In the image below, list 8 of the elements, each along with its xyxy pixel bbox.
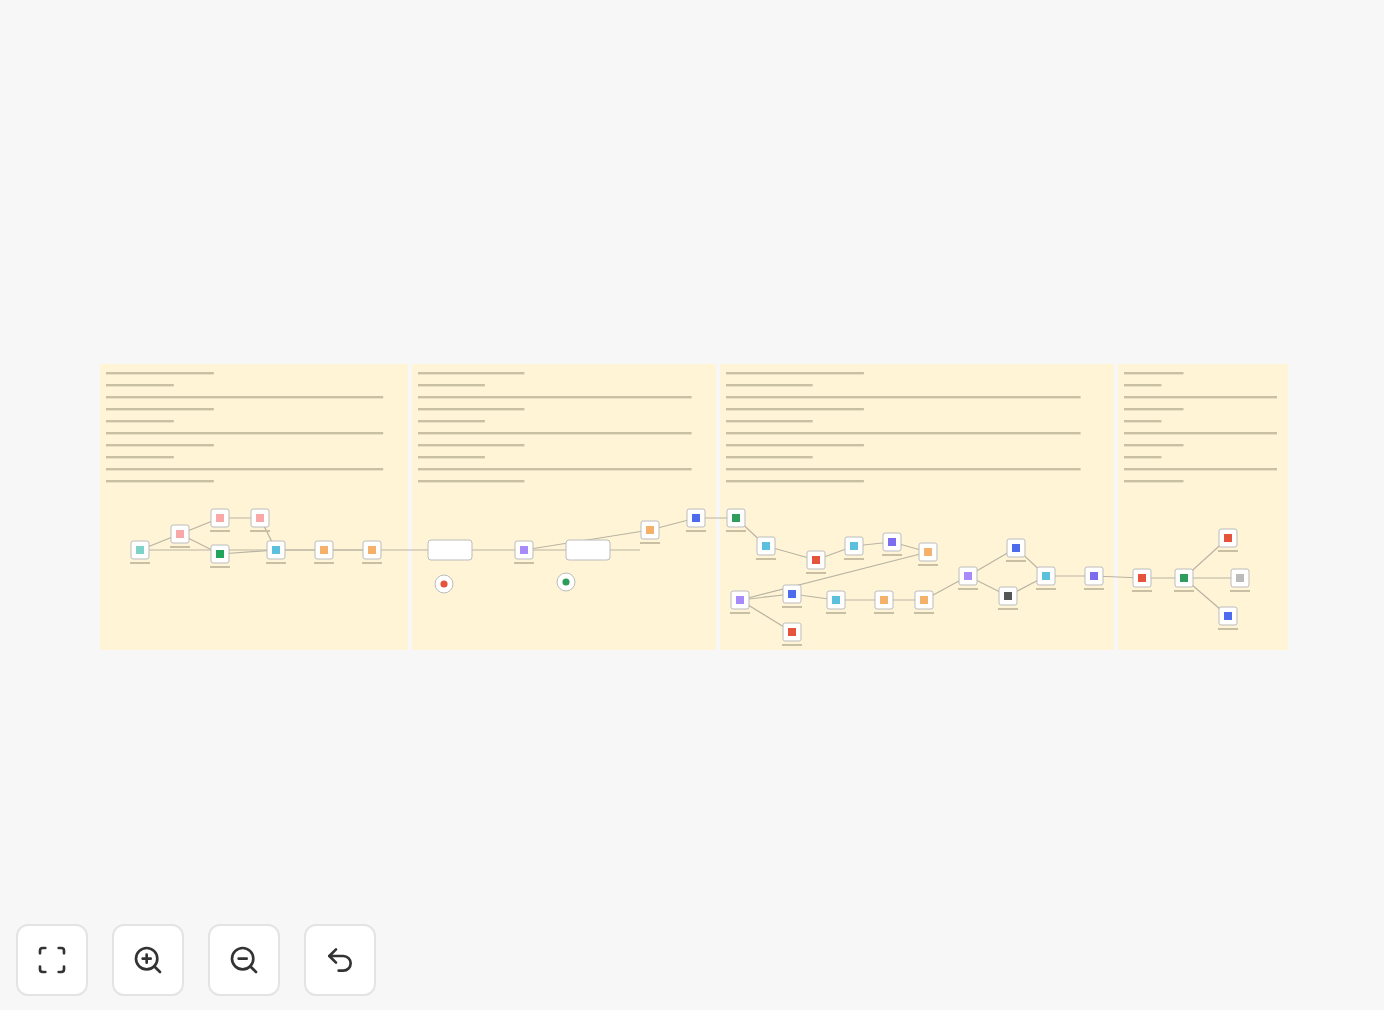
fit-view-icon bbox=[36, 944, 68, 976]
zoom-out-button[interactable] bbox=[208, 924, 280, 996]
zoom-in-button[interactable] bbox=[112, 924, 184, 996]
fit-view-button[interactable] bbox=[16, 924, 88, 996]
undo-icon bbox=[324, 944, 356, 976]
zoom-in-icon bbox=[132, 944, 164, 976]
zoom-out-icon bbox=[228, 944, 260, 976]
reset-zoom-button[interactable] bbox=[304, 924, 376, 996]
